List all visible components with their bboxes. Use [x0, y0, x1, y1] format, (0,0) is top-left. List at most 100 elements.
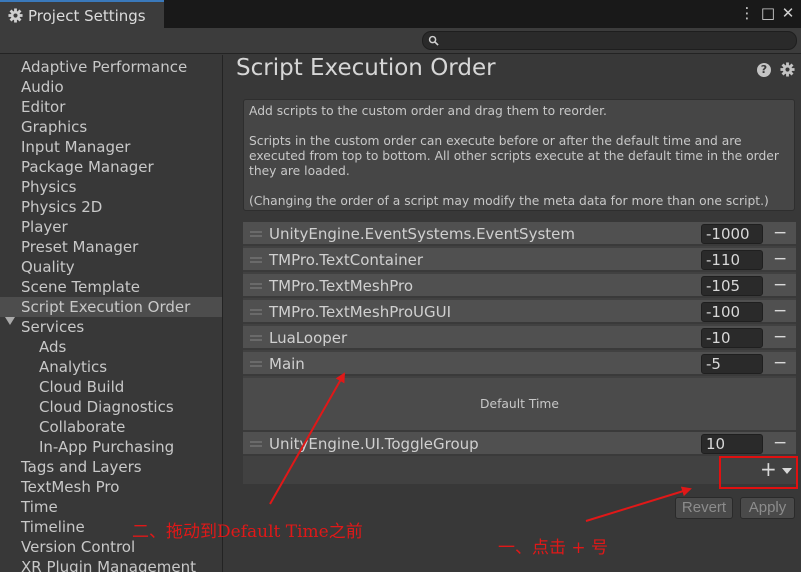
script-name: TMPro.TextContainer [269, 251, 424, 269]
script-row[interactable]: LuaLooper − [243, 326, 796, 350]
sidebar-item[interactable]: Analytics [0, 357, 222, 377]
sidebar-item-label: Package Manager [21, 158, 154, 176]
sidebar-item[interactable]: Package Manager [0, 157, 222, 177]
execution-order-field[interactable] [701, 224, 763, 244]
search-input[interactable] [443, 32, 788, 49]
revert-button[interactable]: Revert [675, 497, 733, 519]
maximize-icon[interactable]: □ [759, 4, 777, 22]
remove-script-button[interactable]: − [773, 275, 787, 295]
drag-handle-icon[interactable] [250, 257, 262, 263]
sidebar-item[interactable]: Adaptive Performance [0, 57, 222, 77]
sidebar-item-label: Input Manager [21, 138, 131, 156]
sidebar-item[interactable]: Ads [0, 337, 222, 357]
sidebar-item[interactable]: Editor [0, 97, 222, 117]
sidebar-item[interactable]: Graphics [0, 117, 222, 137]
script-name: UnityEngine.EventSystems.EventSystem [269, 225, 575, 243]
remove-script-button[interactable]: − [773, 433, 787, 453]
sidebar-item-label: Analytics [39, 358, 108, 376]
script-row[interactable]: UnityEngine.UI.ToggleGroup − [243, 432, 796, 456]
script-row[interactable]: TMPro.TextContainer − [243, 248, 796, 272]
click-annotation: 一、点击 + 号 [498, 538, 609, 558]
sidebar-item[interactable]: Preset Manager [0, 237, 222, 257]
default-time-block: Default Time [243, 378, 796, 432]
sidebar-item[interactable]: Player [0, 217, 222, 237]
sidebar-item-label: Player [21, 218, 68, 236]
sidebar-item-label: Physics [21, 178, 77, 196]
sidebar-item[interactable]: Script Execution Order [0, 297, 222, 317]
window-tab[interactable]: Project Settings [0, 0, 164, 28]
sidebar-item[interactable]: Physics 2D [0, 197, 222, 217]
sidebar-item[interactable]: In-App Purchasing [0, 437, 222, 457]
sidebar-item[interactable]: Services [0, 317, 222, 337]
sidebar-item-label: TextMesh Pro [21, 478, 120, 496]
info-box: Add scripts to the custom order and drag… [243, 99, 795, 211]
sidebar-item[interactable]: XR Plugin Management [0, 557, 222, 572]
annotation-highlight-box [719, 456, 798, 489]
more-menu-icon[interactable]: ⋮ [738, 4, 756, 22]
settings-sidebar: Adaptive Performance Audio Editor Graphics I… [0, 55, 223, 572]
execution-order-field[interactable] [701, 250, 763, 270]
sidebar-item-label: Tags and Layers [21, 458, 142, 476]
remove-script-button[interactable]: − [773, 249, 787, 269]
script-row[interactable]: TMPro.TextMeshProUGUI − [243, 300, 796, 324]
sidebar-item[interactable]: Physics [0, 177, 222, 197]
help-icon[interactable]: ? [757, 63, 771, 77]
script-name: TMPro.TextMeshProUGUI [269, 303, 452, 321]
sidebar-item[interactable]: Time [0, 497, 222, 517]
sidebar-item-label: Adaptive Performance [21, 58, 188, 76]
drag-handle-icon[interactable] [250, 231, 262, 237]
script-name: TMPro.TextMeshPro [269, 277, 414, 295]
script-row[interactable]: TMPro.TextMeshPro − [243, 274, 796, 298]
execution-order-field[interactable] [701, 328, 763, 348]
sidebar-item[interactable]: Audio [0, 77, 222, 97]
remove-script-button[interactable]: − [773, 301, 787, 321]
drag-annotation: 二、拖动到Default Time之前 [132, 522, 363, 542]
drag-handle-icon[interactable] [250, 283, 262, 289]
sidebar-item-label: XR Plugin Management [21, 558, 196, 572]
execution-order-field[interactable] [701, 302, 763, 322]
close-icon[interactable]: ✕ [779, 4, 797, 22]
sidebar-item[interactable]: Quality [0, 257, 222, 277]
sidebar-item[interactable]: Cloud Diagnostics [0, 397, 222, 417]
sidebar-item-label: Timeline [21, 518, 85, 536]
sidebar-item-label: Cloud Diagnostics [39, 398, 174, 416]
script-row[interactable]: UnityEngine.EventSystems.EventSystem − [243, 222, 796, 246]
search-box[interactable] [422, 31, 797, 50]
sidebar-item-label: Ads [39, 338, 67, 356]
sidebar-item[interactable]: Tags and Layers [0, 457, 222, 477]
sidebar-item-label: Version Control [21, 538, 136, 556]
sidebar-item[interactable]: Input Manager [0, 137, 222, 157]
apply-button[interactable]: Apply [740, 497, 795, 519]
drag-handle-icon[interactable] [250, 309, 262, 315]
sidebar-item-label: Quality [21, 258, 75, 276]
sidebar-item-label: Audio [21, 78, 64, 96]
sidebar-item[interactable]: Collaborate [0, 417, 222, 437]
sidebar-item-label: Editor [21, 98, 66, 116]
sidebar-item-label: Time [21, 498, 58, 516]
expand-triangle-icon[interactable] [5, 317, 15, 325]
sidebar-item-label: Collaborate [39, 418, 126, 436]
settings-gear-icon[interactable] [780, 62, 795, 77]
sidebar-item-label: Script Execution Order [21, 298, 191, 316]
execution-order-field[interactable] [701, 276, 763, 296]
drag-handle-icon[interactable] [250, 335, 262, 341]
sidebar-item-label: Cloud Build [39, 378, 125, 396]
script-name: Main [269, 355, 305, 373]
info-line: (Changing the order of a script may modi… [249, 194, 769, 208]
remove-script-button[interactable]: − [773, 223, 787, 243]
execution-order-field[interactable] [701, 434, 763, 454]
sidebar-item-label: In-App Purchasing [39, 438, 175, 456]
remove-script-button[interactable]: − [773, 327, 787, 347]
sidebar-item[interactable]: TextMesh Pro [0, 477, 222, 497]
drag-handle-icon[interactable] [250, 361, 262, 367]
drag-handle-icon[interactable] [250, 441, 262, 447]
script-order-list: Default Time + UnityEngine.EventSystems.… [243, 222, 796, 484]
execution-order-field[interactable] [701, 354, 763, 374]
sidebar-item[interactable]: Cloud Build [0, 377, 222, 397]
window-title: Project Settings [28, 7, 146, 25]
remove-script-button[interactable]: − [773, 353, 787, 373]
script-row[interactable]: Main − [243, 352, 796, 376]
sidebar-item-label: Services [21, 318, 85, 336]
sidebar-item[interactable]: Scene Template [0, 277, 222, 297]
gear-icon [8, 8, 23, 23]
